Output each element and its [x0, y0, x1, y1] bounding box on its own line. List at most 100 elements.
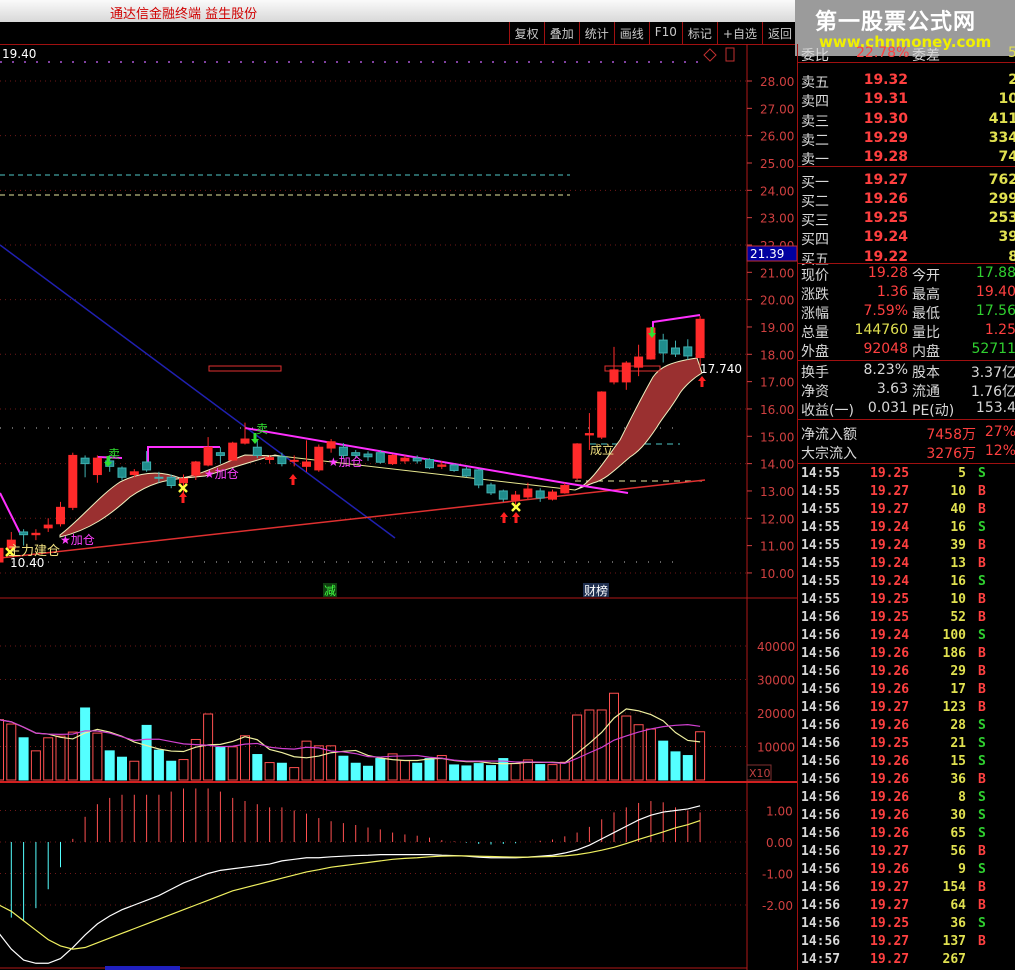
candle[interactable]: [302, 440, 311, 472]
tick-side: B: [978, 556, 986, 571]
candle[interactable]: [80, 455, 90, 478]
candle[interactable]: [215, 447, 225, 464]
order-price: 19.27: [863, 171, 908, 188]
caibang-label: 财榜: [584, 583, 608, 598]
diamond-icon[interactable]: [703, 48, 717, 62]
candle[interactable]: [683, 339, 693, 360]
tick-price: 19.27: [870, 844, 910, 859]
volume-bar: [129, 760, 140, 781]
candle[interactable]: [425, 458, 434, 470]
tick-row: 14:55 19.27 10 B: [798, 484, 1015, 502]
candle[interactable]: [498, 489, 508, 502]
candle[interactable]: [363, 451, 373, 461]
finance-row: 换手 8.23% 股本 3.37亿: [798, 362, 1015, 381]
price-axis-label: 21.00: [760, 266, 794, 280]
order-qty: 411: [988, 110, 1015, 127]
volume-bar: [609, 692, 619, 781]
stat-value: 17.88: [975, 265, 1015, 281]
candle[interactable]: [572, 443, 582, 481]
volume-bar: [166, 760, 177, 781]
up-arrow-icon: [698, 376, 706, 387]
up-arrow-icon: [500, 512, 508, 523]
candle[interactable]: [0, 546, 4, 563]
tick-price: 19.24: [870, 538, 910, 553]
separator: [798, 166, 1015, 167]
volume-bar: [240, 735, 250, 781]
tick-side: S: [978, 826, 986, 841]
order-level-label: 卖四: [801, 94, 829, 111]
order-level-label: 卖五: [801, 75, 829, 91]
tick-volume: 21: [950, 736, 966, 751]
tick-time: 14:56: [801, 934, 841, 949]
candle-body: [634, 356, 644, 368]
candle[interactable]: [142, 451, 152, 472]
candle-body: [658, 339, 668, 354]
tick-time: 14:56: [801, 646, 841, 661]
volume-bar: [461, 765, 472, 781]
candle-body: [240, 438, 250, 444]
watermark-name: 第一股票公式网: [815, 10, 977, 35]
candle[interactable]: [203, 437, 213, 467]
volume-bar: [399, 760, 410, 781]
tick-side: B: [978, 844, 986, 859]
price-axis-label: 27.00: [760, 102, 794, 116]
add-position-label: ★加仓: [60, 533, 95, 547]
volume-bar: [178, 759, 189, 781]
order-qty: 2: [1008, 72, 1015, 88]
tick-volume: 8: [958, 790, 966, 805]
volume-bar: [584, 709, 595, 781]
tick-side: S: [978, 808, 986, 823]
window-toggle-icon[interactable]: [725, 47, 735, 62]
candle[interactable]: [43, 518, 53, 532]
tick-side: S: [978, 862, 986, 877]
candle[interactable]: [461, 466, 471, 478]
candle[interactable]: [228, 441, 238, 461]
candle[interactable]: [117, 466, 127, 481]
volume-bar: [682, 755, 693, 781]
candle[interactable]: [449, 463, 459, 472]
stat-label: 今开: [912, 268, 940, 284]
candle[interactable]: [597, 391, 607, 440]
red-trendline[interactable]: [0, 479, 706, 559]
candle[interactable]: [671, 340, 680, 358]
order-book-row: 卖五 19.32 2: [798, 72, 1015, 91]
macd-axis-label: 1.00: [766, 805, 793, 819]
candle[interactable]: [658, 333, 668, 363]
candle-body: [19, 531, 29, 536]
candle[interactable]: [486, 482, 496, 496]
volume-bar: [264, 762, 275, 781]
candle[interactable]: [388, 454, 398, 465]
blue-trendline[interactable]: [0, 244, 396, 539]
candle-body: [314, 446, 324, 471]
candle[interactable]: [314, 444, 324, 472]
candle[interactable]: [240, 422, 250, 445]
candle[interactable]: [326, 439, 336, 453]
price-axis-label: 15.00: [760, 430, 794, 444]
candle[interactable]: [277, 452, 287, 467]
candle[interactable]: [474, 469, 484, 489]
candle[interactable]: [535, 488, 545, 502]
stat-label: 内盘: [912, 344, 940, 360]
candle[interactable]: [92, 455, 102, 483]
order-qty: 334: [988, 129, 1015, 146]
candle-body: [461, 468, 471, 477]
candle[interactable]: [56, 501, 65, 527]
finance-row: 净资 3.63 流通 1.76亿: [798, 381, 1015, 400]
candle[interactable]: [68, 452, 78, 511]
kline-chart[interactable]: 主力建仓 10.40 ★加仓 ★加仓 ★加仓 卖 卖 成立 17.740 减 财…: [0, 0, 797, 970]
tick-row: 14:56 19.26 36 B: [798, 772, 1015, 790]
candle[interactable]: [621, 361, 631, 390]
candle[interactable]: [548, 489, 557, 501]
volume-bar: [43, 737, 54, 781]
stat-row: 外盘 92048 内盘 52711: [798, 341, 1015, 360]
volume-bar: [387, 753, 398, 781]
order-book-row: 卖三 19.30 411: [798, 110, 1015, 130]
order-level-label: 卖二: [801, 132, 829, 149]
candle[interactable]: [31, 529, 41, 541]
candle-body: [572, 443, 582, 479]
order-price: 19.32: [863, 72, 908, 88]
scrollbar-thumb[interactable]: [105, 966, 180, 970]
volume-bar: [0, 719, 4, 781]
tick-side: B: [978, 682, 986, 697]
order-price: 19.26: [863, 190, 908, 207]
